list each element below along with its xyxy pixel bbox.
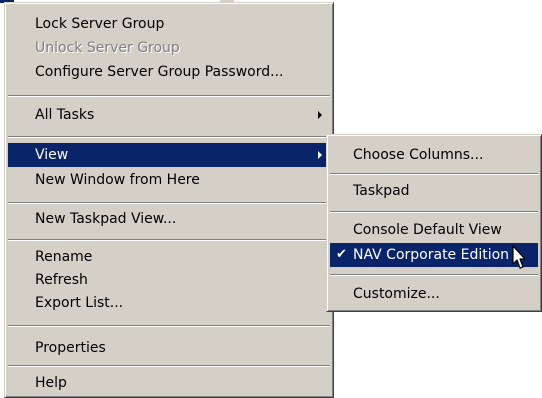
menu-item-label: Choose Columns... bbox=[353, 147, 484, 163]
menu-separator bbox=[8, 325, 330, 327]
menu-separator bbox=[8, 202, 330, 204]
submenu-item-console-default-view[interactable]: Console Default View bbox=[330, 218, 538, 242]
menu-item-label: Properties bbox=[35, 340, 106, 356]
menu-item-label: All Tasks bbox=[35, 107, 95, 123]
checkmark-icon: ✔ bbox=[336, 247, 347, 262]
menu-item-view[interactable]: View bbox=[8, 143, 330, 167]
menu-item-unlock-server-group: Unlock Server Group bbox=[8, 36, 330, 60]
menu-separator bbox=[330, 274, 538, 276]
menu-item-label: Configure Server Group Password... bbox=[35, 64, 284, 80]
submenu-item-customize[interactable]: Customize... bbox=[330, 282, 538, 306]
menu-item-label: Console Default View bbox=[353, 222, 502, 238]
menu-item-lock-server-group[interactable]: Lock Server Group bbox=[8, 12, 330, 36]
menu-item-rename[interactable]: Rename bbox=[8, 245, 330, 269]
menu-item-properties[interactable]: Properties bbox=[8, 336, 330, 360]
mouse-pointer-icon bbox=[512, 245, 526, 269]
menu-item-help[interactable]: Help bbox=[8, 371, 330, 395]
menu-item-label: Help bbox=[35, 375, 67, 391]
menu-item-label: View bbox=[35, 147, 69, 163]
menu-item-label: Refresh bbox=[35, 272, 88, 288]
submenu-item-nav-corporate-edition[interactable]: ✔ NAV Corporate Edition bbox=[330, 243, 538, 267]
submenu-item-taskpad[interactable]: Taskpad bbox=[330, 179, 538, 203]
menu-item-label: Customize... bbox=[353, 286, 440, 302]
menu-separator bbox=[8, 239, 330, 241]
menu-item-label: Rename bbox=[35, 249, 93, 265]
menu-separator bbox=[8, 136, 330, 138]
menu-item-label: Export List... bbox=[35, 295, 124, 311]
submenu-arrow-icon bbox=[318, 111, 322, 119]
menu-separator bbox=[8, 365, 330, 367]
menu-item-configure-password[interactable]: Configure Server Group Password... bbox=[8, 60, 330, 84]
menu-item-label: Lock Server Group bbox=[35, 16, 165, 32]
menu-separator bbox=[8, 95, 330, 97]
submenu-arrow-icon bbox=[318, 151, 322, 159]
menu-item-new-window[interactable]: New Window from Here bbox=[8, 168, 330, 192]
view-submenu: Choose Columns... Taskpad Console Defaul… bbox=[326, 134, 542, 312]
menu-item-label: NAV Corporate Edition bbox=[353, 247, 510, 263]
menu-item-refresh[interactable]: Refresh bbox=[8, 268, 330, 292]
menu-item-export-list[interactable]: Export List... bbox=[8, 291, 330, 315]
menu-item-new-taskpad-view[interactable]: New Taskpad View... bbox=[8, 207, 330, 231]
menu-separator bbox=[330, 173, 538, 175]
submenu-item-choose-columns[interactable]: Choose Columns... bbox=[330, 143, 538, 167]
menu-item-label: Unlock Server Group bbox=[35, 40, 180, 56]
menu-separator bbox=[330, 211, 538, 213]
menu-item-all-tasks[interactable]: All Tasks bbox=[8, 103, 330, 127]
context-menu: Lock Server Group Unlock Server Group Co… bbox=[4, 2, 334, 398]
menu-item-label: New Window from Here bbox=[35, 172, 200, 188]
menu-item-label: Taskpad bbox=[353, 183, 410, 199]
menu-item-label: New Taskpad View... bbox=[35, 211, 177, 227]
